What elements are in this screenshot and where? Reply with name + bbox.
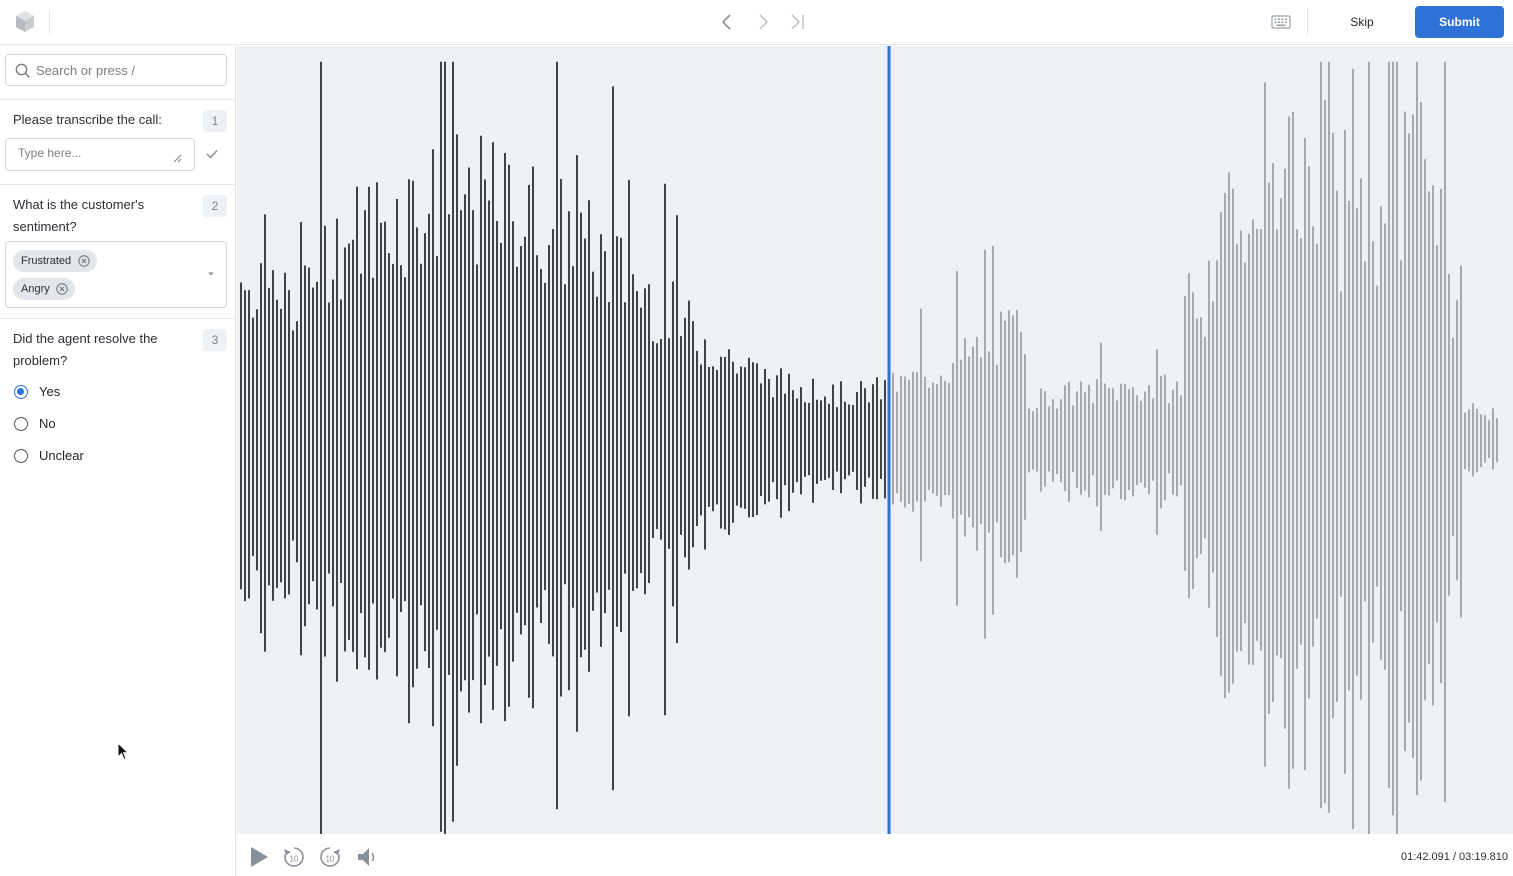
waveform[interactable] — [237, 46, 1513, 834]
question-text: What is the customer's sentiment? — [13, 197, 145, 234]
skip-button[interactable]: Skip — [1333, 6, 1391, 38]
toolbar-divider — [1307, 8, 1308, 36]
tag-label: Frustrated — [21, 255, 72, 267]
skip-to-end-icon[interactable] — [787, 11, 809, 33]
radio-label: No — [39, 416, 56, 431]
submit-button[interactable]: Submit — [1415, 6, 1504, 38]
close-circle-icon[interactable] — [78, 255, 90, 267]
play-icon[interactable] — [247, 845, 271, 869]
top-toolbar: Skip Submit — [0, 0, 1513, 45]
search-box[interactable] — [5, 54, 227, 86]
chevron-down-icon[interactable] — [206, 271, 216, 277]
forward-10-icon[interactable]: 10 — [318, 845, 342, 869]
toolbar-divider — [49, 10, 50, 34]
waveform-canvas[interactable] — [237, 46, 1513, 834]
question-number: 3 — [203, 329, 227, 351]
tag-chip: Angry — [13, 278, 75, 300]
radio-button[interactable] — [14, 449, 28, 463]
radio-label: Yes — [39, 384, 61, 399]
volume-icon[interactable] — [355, 845, 379, 869]
question-2: What is the customer's sentiment? 2 Frus… — [0, 184, 236, 319]
resize-grip-icon[interactable] — [173, 154, 182, 163]
rewind-10-icon[interactable]: 10 — [282, 845, 306, 869]
question-1: Please transcribe the call: 1 — [0, 99, 236, 185]
keyboard-icon[interactable] — [1270, 13, 1292, 31]
search-input[interactable] — [36, 59, 216, 81]
mouse-cursor-icon — [117, 742, 129, 761]
player-controls: 10 10 01:42.091 / 03:19.810 — [237, 834, 1513, 876]
questions-sidebar: Please transcribe the call: 1 What is th… — [0, 45, 236, 876]
question-3: Did the agent resolve the problem? 3 Yes… — [0, 318, 236, 478]
radio-button[interactable] — [14, 385, 28, 399]
check-icon[interactable] — [205, 148, 219, 160]
radio-button[interactable] — [14, 417, 28, 431]
transcription-field[interactable] — [5, 138, 195, 171]
question-number: 1 — [203, 110, 227, 132]
tag-chip: Frustrated — [13, 250, 97, 272]
question-number: 2 — [203, 195, 227, 217]
transcription-input[interactable] — [18, 146, 168, 164]
search-icon — [15, 63, 30, 78]
svg-text:10: 10 — [326, 855, 335, 864]
svg-text:10: 10 — [290, 855, 299, 864]
close-circle-icon[interactable] — [56, 283, 68, 295]
chevron-left-icon[interactable] — [716, 11, 738, 33]
chevron-right-icon[interactable] — [752, 11, 774, 33]
question-text: Please transcribe the call: — [13, 112, 162, 127]
radio-label: Unclear — [39, 448, 84, 463]
tag-label: Angry — [21, 283, 50, 295]
logo-icon — [16, 11, 34, 32]
question-text: Did the agent resolve the problem? — [13, 331, 158, 368]
sentiment-multiselect[interactable]: Frustrated Angry — [5, 241, 227, 308]
time-display: 01:42.091 / 03:19.810 — [1400, 851, 1508, 863]
